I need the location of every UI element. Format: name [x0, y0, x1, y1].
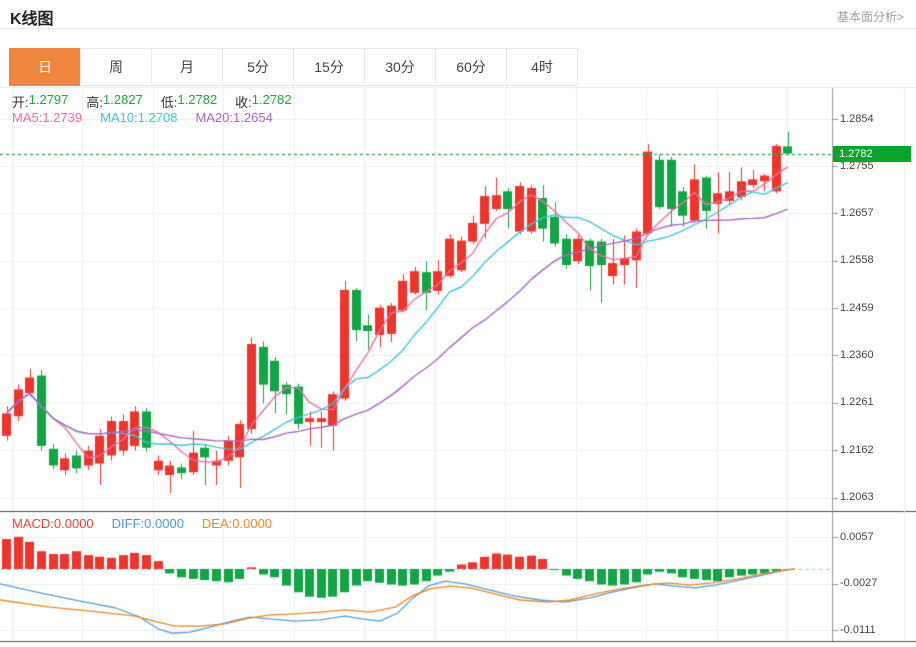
- legend-value: 1.2782: [251, 92, 292, 107]
- macd-legend-item: MACD: 0.0000: [12, 516, 94, 531]
- ma-legend-item: MA10: 1.2708: [100, 110, 177, 125]
- legend-label: 高:: [86, 95, 104, 110]
- tab-60分[interactable]: 60分: [435, 48, 507, 86]
- legend-label: MA5:: [12, 110, 43, 125]
- tab-周[interactable]: 周: [80, 48, 152, 86]
- price-tick-label: 1.2558: [840, 254, 874, 267]
- legend-value: 1.2797: [28, 92, 69, 107]
- ma-legend-item: MA20: 1.2654: [195, 110, 272, 125]
- legend-label: MA10:: [100, 110, 138, 125]
- tab-日[interactable]: 日: [9, 48, 81, 86]
- price-tick-label: 1.2657: [840, 206, 874, 219]
- price-tick-label: 1.2063: [840, 491, 874, 504]
- ohlc-legend-item: 低: 1.2782: [161, 92, 217, 111]
- ma-legend-item: MA5: 1.2739: [12, 110, 82, 125]
- macd-tick-label: -0.0111: [840, 623, 876, 636]
- legend-label: MA20:: [195, 110, 234, 125]
- ma-legend: MA5: 1.2739 MA10: 1.2708 MA20: 1.2654: [12, 110, 273, 125]
- macd-legend: MACD: 0.0000 DIFF: 0.0000 DEA: 0.0000: [12, 516, 272, 531]
- tab-30分[interactable]: 30分: [364, 48, 436, 86]
- tab-4时[interactable]: 4时: [506, 48, 578, 86]
- tab-月[interactable]: 月: [151, 48, 223, 86]
- legend-label: 低:: [160, 95, 178, 110]
- legend-label: DIFF:: [111, 516, 145, 531]
- price-tick-label: 1.2755: [840, 159, 874, 172]
- ohlc-legend-item: 开: 1.2797: [12, 92, 68, 111]
- kline-app: K线图 基本面分析> 日周月 5分 15分 30分 60分 4时 开: 1.2797 高: 1.…: [0, 0, 916, 647]
- legend-value: 1.2827: [103, 92, 143, 107]
- macd-tick-label: -0.0027: [840, 577, 878, 590]
- macd-legend-item: DEA: 0.0000: [202, 516, 272, 531]
- legend-value: 0.0000: [144, 516, 184, 531]
- legend-value: 1.2708: [137, 110, 178, 125]
- legend-value: 1.2782: [177, 92, 218, 107]
- ohlc-legend-item: 高: 1.2827: [86, 92, 142, 111]
- legend-label: 开:: [12, 95, 29, 110]
- legend-value: 0.0000: [53, 516, 94, 531]
- macd-tick-label: 0.0057: [840, 530, 874, 543]
- ohlc-legend-item: 收: 1.2782: [235, 92, 291, 111]
- legend-label: MACD:: [12, 516, 54, 531]
- current-price-badge: 1.2782: [833, 145, 911, 162]
- price-tick-label: 1.2162: [840, 443, 874, 456]
- tab-15分[interactable]: 15分: [293, 48, 365, 86]
- macd-legend-item: DIFF: 0.0000: [112, 516, 184, 531]
- ohlc-legend: 开: 1.2797 高: 1.2827 低: 1.2782 收: 1.2782: [12, 92, 292, 111]
- tab-5分[interactable]: 5分: [222, 48, 294, 86]
- page-title: K线图: [10, 11, 54, 28]
- interval-tab-bar: 日周月 5分 15分 30分 60分 4时: [9, 48, 578, 86]
- header-divider: [0, 28, 916, 29]
- price-tick-label: 1.2854: [840, 112, 874, 125]
- legend-value: 0.0000: [232, 516, 273, 531]
- fundamental-analysis-link[interactable]: 基本面分析>: [837, 8, 904, 25]
- price-tick-label: 1.2459: [840, 301, 874, 314]
- price-tick-label: 1.2261: [840, 396, 874, 409]
- legend-label: 收:: [235, 95, 252, 110]
- legend-value: 1.2739: [42, 110, 83, 125]
- price-tick-label: 1.2360: [840, 348, 874, 361]
- legend-value: 1.2654: [233, 110, 273, 125]
- legend-label: DEA:: [201, 516, 233, 531]
